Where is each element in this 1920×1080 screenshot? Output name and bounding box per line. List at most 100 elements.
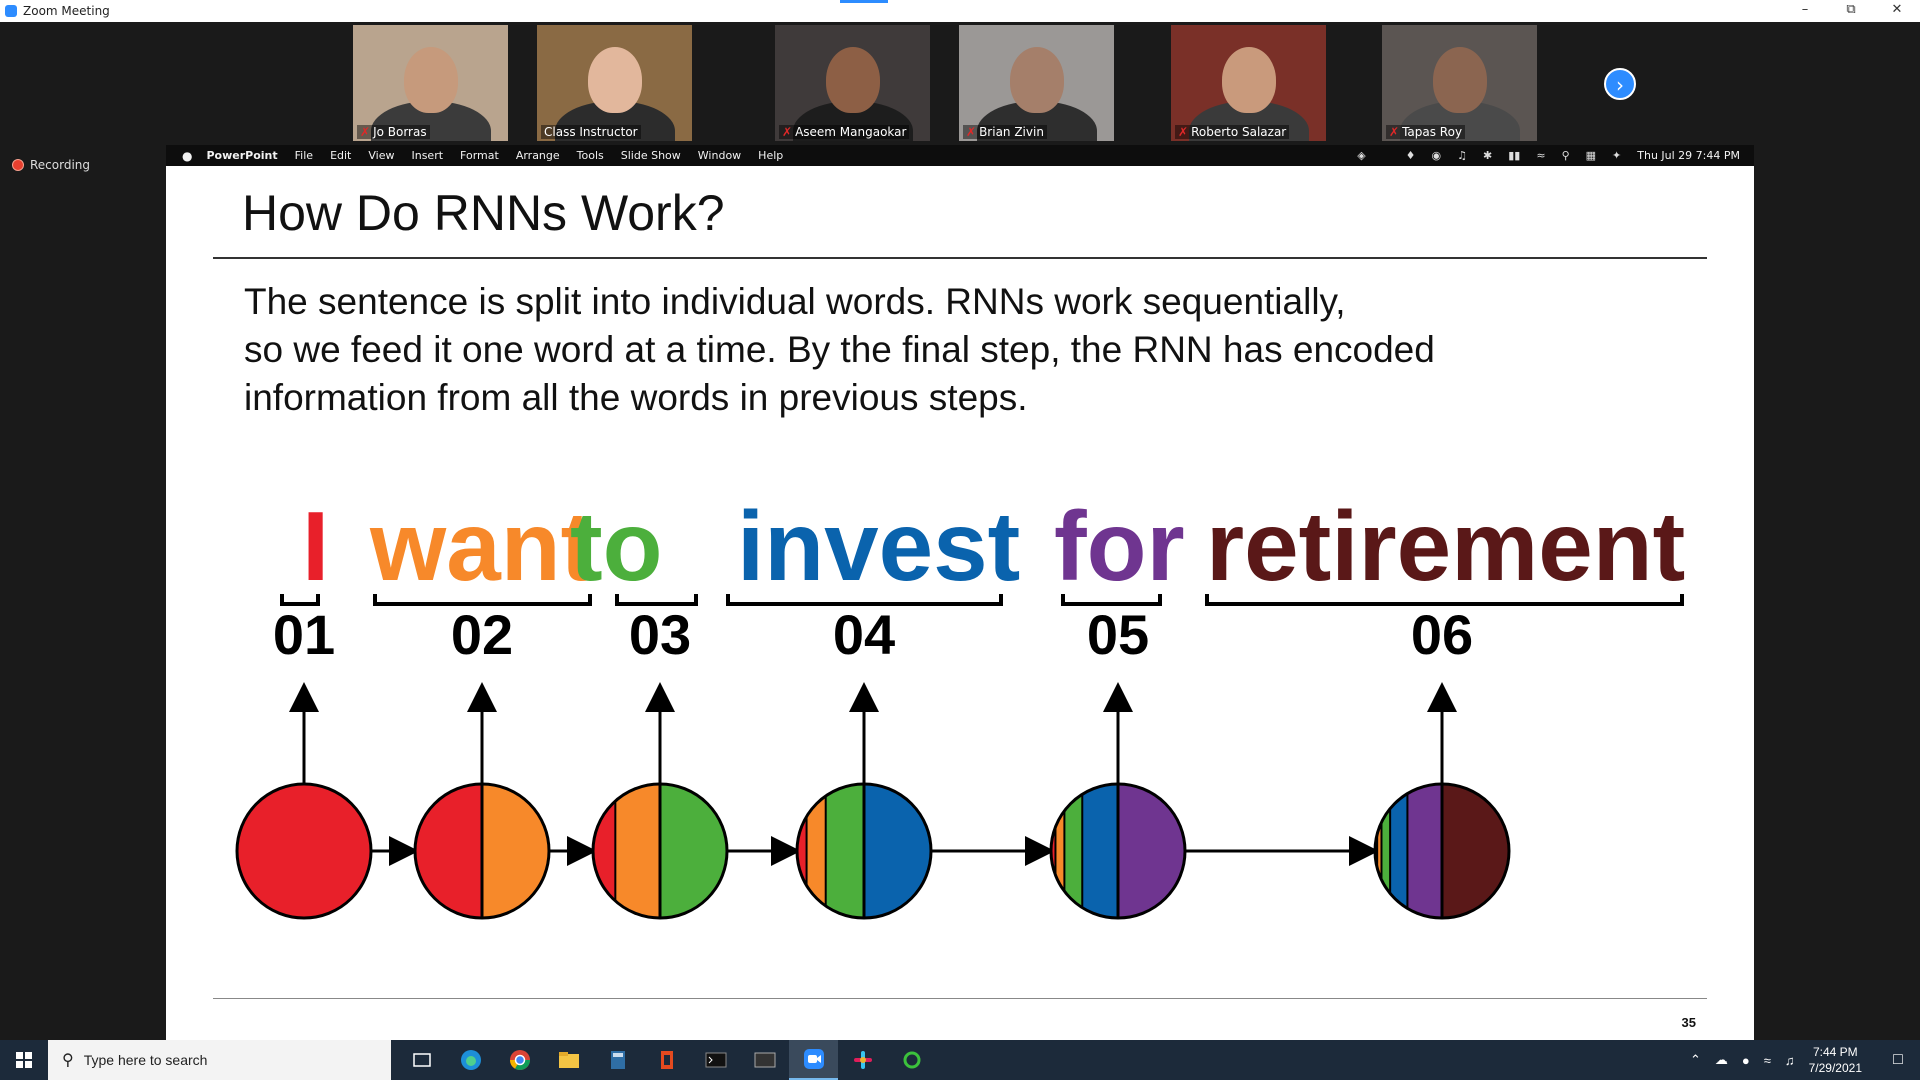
state-segment — [797, 784, 808, 918]
participant-tile[interactable]: ✗ Jo Borras — [353, 25, 508, 141]
participant-tile[interactable]: Class Instructor — [537, 25, 692, 141]
slack-icon[interactable] — [838, 1040, 887, 1080]
slide-body: The sentence is split into individual wo… — [244, 278, 1644, 422]
step-number: 06 — [1411, 603, 1473, 666]
pinned-apps — [397, 1040, 936, 1080]
task-view-icon[interactable] — [397, 1040, 446, 1080]
participant-face — [1221, 47, 1276, 113]
participant-name: ✗ Tapas Roy — [1386, 125, 1466, 139]
state-segment — [1407, 784, 1443, 918]
bluetooth-icon: ✱ — [1483, 149, 1493, 162]
terminal-icon[interactable] — [691, 1040, 740, 1080]
minimize-icon[interactable]: – — [1782, 0, 1828, 22]
step-number: 04 — [833, 603, 895, 666]
windows-logo-icon — [16, 1052, 32, 1068]
participant-face — [1009, 47, 1064, 113]
body-line: so we feed it one word at a time. By the… — [244, 329, 1435, 370]
state-segment — [864, 784, 931, 918]
battery-icon: ▮▮ — [1508, 149, 1521, 162]
menu-item[interactable]: View — [368, 149, 394, 162]
menu-item[interactable]: Edit — [330, 149, 351, 162]
sentence-word: retirement — [1206, 491, 1685, 601]
participant-name-text: Roberto Salazar — [1191, 125, 1287, 139]
circle-app-icon[interactable] — [887, 1040, 936, 1080]
menu-item[interactable]: Insert — [411, 149, 443, 162]
window-controls: – ⧉ ✕ — [1782, 0, 1920, 22]
state-segment — [415, 784, 483, 918]
participant-tile[interactable]: ✗ Roberto Salazar — [1171, 25, 1326, 141]
menu-item[interactable]: File — [295, 149, 313, 162]
state-segment — [1064, 784, 1083, 918]
sentence-word: for — [1054, 491, 1185, 601]
muted-mic-icon: ✗ — [1389, 125, 1400, 139]
restore-icon[interactable]: ⧉ — [1828, 0, 1874, 22]
chrome-icon[interactable] — [495, 1040, 544, 1080]
participant-face — [825, 47, 880, 113]
dropbox-icon: ♦ — [1405, 149, 1416, 162]
menu-item[interactable]: Window — [698, 149, 741, 162]
body-line: The sentence is split into individual wo… — [244, 281, 1346, 322]
office-icon[interactable] — [642, 1040, 691, 1080]
search-icon: ⚲ — [62, 1052, 74, 1069]
slide-page-number: 35 — [1681, 1015, 1696, 1030]
zoom-app-icon[interactable] — [789, 1040, 838, 1080]
state-segment — [1442, 784, 1509, 918]
chevron-up-icon[interactable]: ⌃ — [1690, 1052, 1701, 1068]
taskbar-date: 7/29/2021 — [1808, 1061, 1862, 1075]
menu-item[interactable]: Arrange — [516, 149, 560, 162]
participant-name: ✗ Aseem Mangaokar — [779, 125, 910, 139]
participant-tile[interactable]: ✗ Aseem Mangaokar — [775, 25, 930, 141]
menu-item[interactable]: Tools — [577, 149, 604, 162]
participant-name-text: Jo Borras — [373, 125, 427, 139]
sentence-word: invest — [737, 491, 1020, 601]
state-segment — [482, 784, 549, 918]
participant-name: ✗ Brian Zivin — [963, 125, 1047, 139]
chevron-right-icon: › — [1616, 73, 1624, 97]
taskbar-clock[interactable]: 7:44 PM 7/29/2021 — [1809, 1044, 1862, 1076]
participant-name-text: Class Instructor — [544, 125, 638, 139]
menubar-status: ◈ ♦ ◉ ♫ ✱ ▮▮ ≈ ⚲ ▦ ✦ Thu Jul 29 7:44 PM — [1341, 145, 1740, 166]
participant-tile[interactable]: ✗ Brian Zivin — [959, 25, 1114, 141]
shared-menubar: ● PowerPoint File Edit View Insert Format Arr… — [166, 145, 1754, 166]
file-explorer-icon[interactable] — [544, 1040, 593, 1080]
close-icon[interactable]: ✕ — [1874, 0, 1920, 22]
sentence-word: want — [369, 491, 593, 601]
apple-logo-icon: ● — [182, 148, 193, 163]
step-number: 01 — [273, 603, 335, 666]
menu-item[interactable]: Slide Show — [621, 149, 681, 162]
muted-mic-icon: ✗ — [966, 125, 977, 139]
recording-indicator[interactable]: Recording — [12, 158, 90, 172]
participant-name: ✗ Roberto Salazar — [1175, 125, 1290, 139]
edge-icon[interactable] — [446, 1040, 495, 1080]
menubar-clock: Thu Jul 29 7:44 PM — [1637, 149, 1740, 162]
muted-mic-icon: ✗ — [782, 125, 793, 139]
creative-cloud-icon: ◉ — [1431, 149, 1442, 162]
state-segment — [1118, 784, 1185, 918]
onedrive-icon[interactable]: ☁ — [1715, 1052, 1728, 1068]
participant-face — [587, 47, 642, 113]
participant-face — [1432, 47, 1487, 113]
network-icon[interactable]: ≈ — [1764, 1053, 1771, 1068]
calculator-icon[interactable] — [593, 1040, 642, 1080]
microphone-icon[interactable]: ● — [1742, 1053, 1750, 1068]
system-tray: ⌃ ☁ ● ≈ ♫ 7:44 PM 7/29/2021 □ — [1690, 1040, 1920, 1080]
menu-item[interactable]: Format — [460, 149, 499, 162]
participant-name-text: Brian Zivin — [979, 125, 1044, 139]
window-app-icon[interactable] — [740, 1040, 789, 1080]
sentence-word: to — [570, 491, 663, 601]
speaker-icon[interactable]: ♫ — [1785, 1053, 1795, 1068]
step-number: 05 — [1087, 603, 1149, 666]
notifications-icon[interactable]: □ — [1876, 1051, 1920, 1069]
spotlight-search-icon: ⚲ — [1561, 149, 1570, 162]
next-page-button[interactable]: › — [1604, 68, 1636, 100]
participant-tile[interactable]: ✗ Tapas Roy — [1382, 25, 1537, 141]
participant-face — [403, 47, 458, 113]
start-button[interactable] — [0, 1040, 48, 1080]
window-title: Zoom Meeting — [23, 4, 110, 18]
taskbar-search[interactable]: ⚲ Type here to search — [48, 1040, 391, 1080]
evernote-icon: ◈ — [1357, 149, 1366, 162]
slide-title: How Do RNNs Work? — [242, 185, 725, 241]
search-placeholder: Type here to search — [83, 1052, 208, 1068]
muted-mic-icon: ✗ — [1178, 125, 1189, 139]
menu-item[interactable]: Help — [758, 149, 783, 162]
